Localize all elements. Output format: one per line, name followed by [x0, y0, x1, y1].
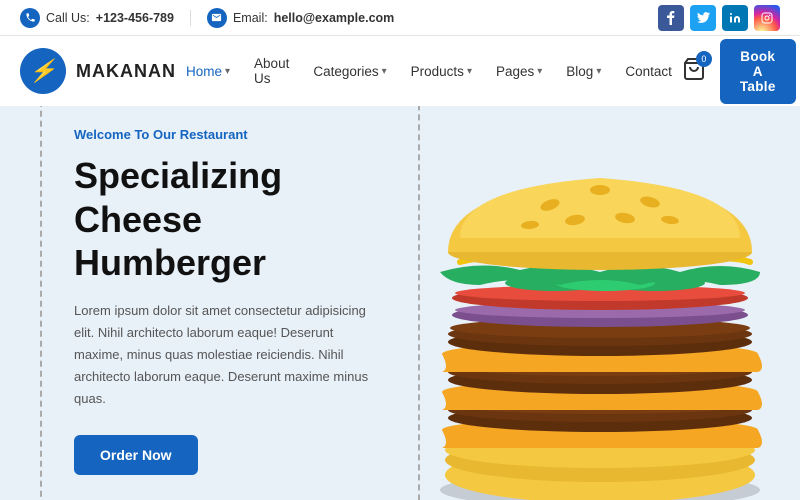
hero-tagline: Welcome To Our Restaurant [74, 127, 386, 142]
hero-description: Lorem ipsum dolor sit amet consectetur a… [74, 300, 386, 410]
navbar-right: 0 Book A Table [682, 39, 796, 104]
topbar-divider [190, 10, 191, 26]
home-chevron-icon: ▾ [225, 66, 230, 77]
cart-button[interactable]: 0 [682, 57, 706, 86]
hero-title: Specializing Cheese Humberger [74, 154, 386, 284]
twitter-icon[interactable] [690, 5, 716, 31]
nav-home-label: Home [186, 64, 222, 79]
phone-contact: Call Us: +123-456-789 [20, 8, 174, 28]
nav-products[interactable]: Products ▾ [401, 58, 482, 85]
blog-chevron-icon: ▾ [596, 66, 601, 77]
nav-pages-label: Pages [496, 64, 534, 79]
nav-blog-label: Blog [566, 64, 593, 79]
hero-burger-image [390, 106, 800, 500]
nav-pages[interactable]: Pages ▾ [486, 58, 552, 85]
call-label: Call Us: [46, 11, 90, 25]
hero-content: Welcome To Our Restaurant Specializing C… [40, 106, 420, 500]
topbar-social [658, 5, 780, 31]
categories-chevron-icon: ▾ [382, 66, 387, 77]
hero-box: Welcome To Our Restaurant Specializing C… [40, 106, 420, 500]
email-address: hello@example.com [274, 11, 395, 25]
logo[interactable]: ⚡ MAKANAN [20, 48, 176, 94]
hero-section: Welcome To Our Restaurant Specializing C… [0, 106, 800, 500]
nav-about-label: About Us [254, 56, 289, 86]
facebook-icon[interactable] [658, 5, 684, 31]
hero-title-line1: Specializing Cheese [74, 155, 282, 239]
nav-about[interactable]: About Us [244, 50, 299, 92]
email-icon [207, 8, 227, 28]
cart-count: 0 [696, 51, 712, 67]
nav-contact-label: Contact [625, 64, 672, 79]
linkedin-icon[interactable] [722, 5, 748, 31]
nav-contact[interactable]: Contact [615, 58, 682, 85]
order-now-button[interactable]: Order Now [74, 435, 198, 475]
brand-name: MAKANAN [76, 61, 176, 82]
email-contact: Email: hello@example.com [207, 8, 394, 28]
call-number: +123-456-789 [96, 11, 174, 25]
nav-products-label: Products [411, 64, 464, 79]
hero-title-line2: Humberger [74, 242, 266, 283]
email-label: Email: [233, 11, 268, 25]
phone-icon [20, 8, 40, 28]
book-table-button[interactable]: Book A Table [720, 39, 796, 104]
nav-links: Home ▾ About Us Categories ▾ Products ▾ … [176, 50, 682, 92]
products-chevron-icon: ▾ [467, 66, 472, 77]
topbar-left: Call Us: +123-456-789 Email: hello@examp… [20, 8, 394, 28]
nav-blog[interactable]: Blog ▾ [556, 58, 611, 85]
nav-categories-label: Categories [313, 64, 378, 79]
navbar: ⚡ MAKANAN Home ▾ About Us Categories ▾ P… [0, 36, 800, 106]
instagram-icon[interactable] [754, 5, 780, 31]
nav-home[interactable]: Home ▾ [176, 58, 240, 85]
logo-icon: ⚡ [20, 48, 66, 94]
nav-categories[interactable]: Categories ▾ [303, 58, 396, 85]
pages-chevron-icon: ▾ [537, 66, 542, 77]
lightning-icon: ⚡ [29, 58, 56, 84]
topbar: Call Us: +123-456-789 Email: hello@examp… [0, 0, 800, 36]
